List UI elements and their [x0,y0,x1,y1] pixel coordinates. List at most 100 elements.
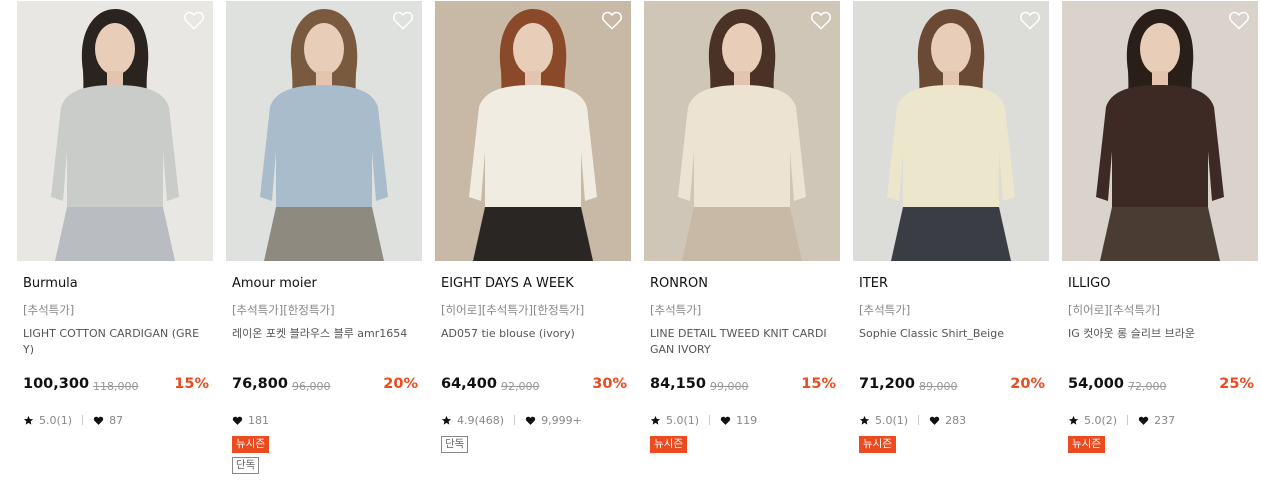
promo-tags: [히어로][추석특가] [1068,303,1161,317]
product-card[interactable]: ITER [추석특가] Sophie Classic Shirt_Beige 7… [853,0,1049,497]
discount-rate: 20% [383,376,418,392]
discount-rate: 15% [801,376,836,392]
original-price: 92,000 [501,380,540,393]
product-image[interactable] [644,1,840,261]
model-top [887,85,1015,211]
product-name[interactable]: IG 컷아웃 롱 슬리브 브라운 [1068,326,1252,342]
like-count: 181 [248,413,269,427]
model-top [678,85,806,211]
heart-filled-icon [720,415,731,426]
brand-name[interactable]: EIGHT DAYS A WEEK [441,276,574,291]
badge-list: 뉴시즌 단독 [232,436,412,478]
sale-price: 54,000 [1068,376,1124,392]
model-face [95,23,135,75]
star-icon [23,415,34,426]
promo-tags: [추석특가] [23,303,75,317]
product-card[interactable]: EIGHT DAYS A WEEK [히어로][추석특가][한정특가] AD05… [435,0,631,497]
rating-text: 5.0(1) [875,413,909,427]
model-bottom [891,207,1011,261]
exclusive-badge: 단독 [441,436,469,453]
rating-text: 5.0(1) [39,413,73,427]
model-face [513,23,553,75]
like-count: 283 [945,413,967,427]
sale-price: 100,300 [23,376,90,392]
product-name[interactable]: AD057 tie blouse (ivory) [441,326,625,342]
new-season-badge: 뉴시즌 [650,436,687,453]
badge-list: 뉴시즌 [1068,436,1248,457]
original-price: 96,000 [292,380,331,393]
model-top [469,85,597,211]
product-image[interactable] [435,1,631,261]
product-name[interactable]: LIGHT COTTON CARDIGAN (GREY) [23,326,207,358]
new-season-badge: 뉴시즌 [859,436,896,453]
brand-name[interactable]: ITER [859,276,888,291]
star-icon [1068,415,1079,426]
product-image[interactable] [1062,1,1258,261]
discount-rate: 30% [592,376,627,392]
like-count: 237 [1154,413,1176,427]
review-like-row: 5.0(1) 87 [23,412,123,428]
divider [918,415,920,425]
heart-icon[interactable] [601,10,623,30]
model-top [1096,85,1224,211]
new-season-badge: 뉴시즌 [1068,436,1105,453]
divider [1127,415,1129,425]
heart-icon[interactable] [392,10,414,30]
heart-filled-icon [232,415,243,426]
product-card[interactable]: RONRON [추석특가] LINE DETAIL TWEED KNIT CAR… [644,0,840,497]
divider [514,415,516,425]
review-like-row: 5.0(1) 119 [650,412,757,428]
brand-name[interactable]: ILLIGO [1068,276,1110,291]
heart-filled-icon [525,415,536,426]
heart-icon[interactable] [1019,10,1041,30]
product-card[interactable]: Burmula [추석특가] LIGHT COTTON CARDIGAN (GR… [17,0,213,497]
original-price: 118,000 [93,380,139,393]
star-icon [650,415,661,426]
product-card[interactable]: Amour moier [추석특가][한정특가] 레이온 포켓 블라우스 블루 … [226,0,422,497]
promo-tags: [추석특가][한정특가] [232,303,335,317]
rating-text: 4.9(468) [457,413,505,427]
price-row: 100,300 118,000 15% [23,376,209,398]
model-top [260,85,388,211]
model-bottom [55,207,175,261]
like-count: 119 [736,413,758,427]
model-face [304,23,344,75]
model-face [1140,23,1180,75]
brand-name[interactable]: Burmula [23,276,78,291]
promo-tags: [추석특가] [859,303,911,317]
promo-tags: [추석특가] [650,303,702,317]
model-bottom [682,207,802,261]
exclusive-badge: 단독 [232,457,260,474]
badge-list: 뉴시즌 [859,436,1039,457]
product-image[interactable] [226,1,422,261]
heart-icon[interactable] [810,10,832,30]
review-like-row: 5.0(1) 283 [859,412,966,428]
heart-icon[interactable] [183,10,205,30]
review-like-row: 181 [232,412,269,428]
product-image[interactable] [853,1,1049,261]
model-bottom [1100,207,1220,261]
model-photo [1062,1,1258,261]
product-name[interactable]: 레이온 포켓 블라우스 블루 amr1654 [232,326,416,342]
model-face [931,23,971,75]
star-icon [441,415,452,426]
product-name[interactable]: LINE DETAIL TWEED KNIT CARDIGAN IVORY [650,326,834,358]
heart-icon[interactable] [1228,10,1250,30]
product-grid: Burmula [추석특가] LIGHT COTTON CARDIGAN (GR… [0,0,1261,497]
brand-name[interactable]: Amour moier [232,276,317,291]
model-top [51,85,179,211]
like-count: 87 [109,413,124,427]
divider [82,415,84,425]
product-name[interactable]: Sophie Classic Shirt_Beige [859,326,1043,342]
badge-list: 단독 [441,436,621,457]
review-like-row: 4.9(468) 9,999+ [441,412,582,428]
rating-text: 5.0(2) [1084,413,1118,427]
brand-name[interactable]: RONRON [650,276,708,291]
model-face [722,23,762,75]
sale-price: 71,200 [859,376,915,392]
original-price: 72,000 [1128,380,1167,393]
sale-price: 76,800 [232,376,288,392]
product-card[interactable]: ILLIGO [히어로][추석특가] IG 컷아웃 롱 슬리브 브라운 54,0… [1062,0,1258,497]
discount-rate: 15% [174,376,209,392]
product-image[interactable] [17,1,213,261]
